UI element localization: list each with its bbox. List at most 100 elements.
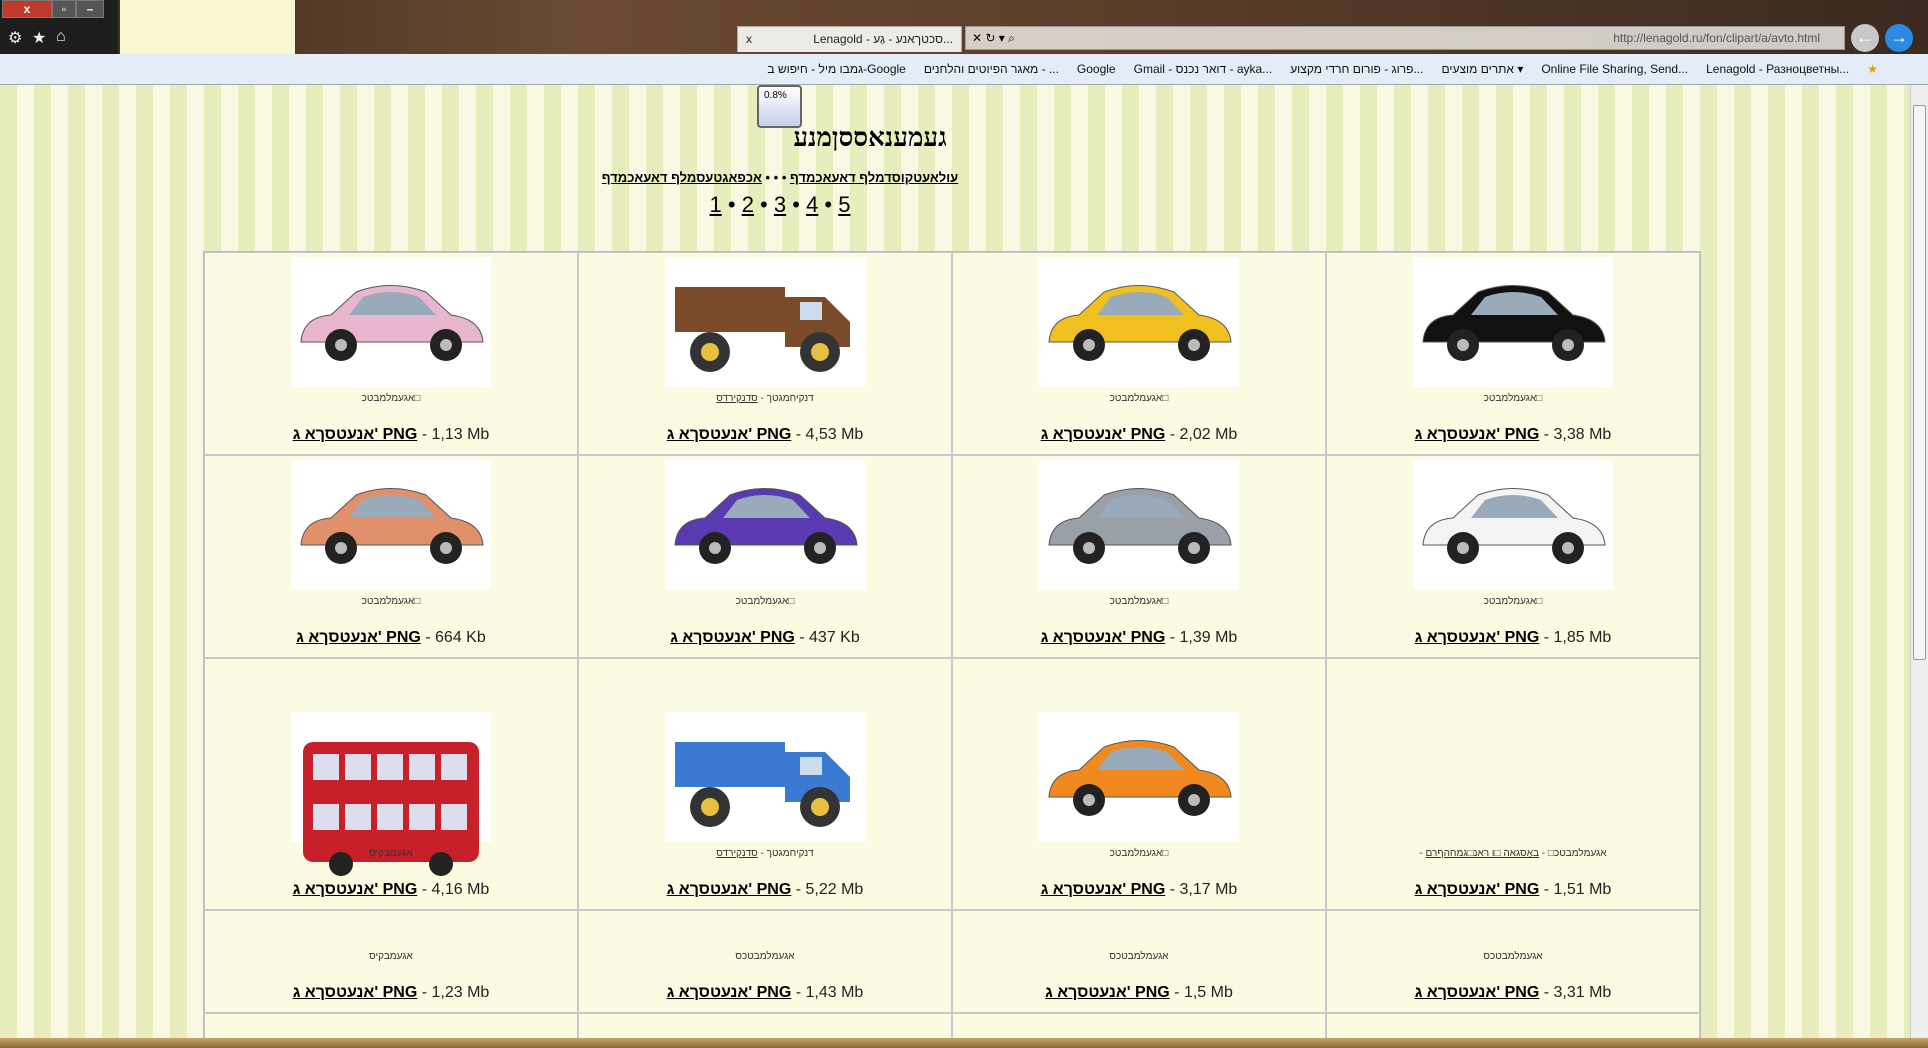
caption-text: אגעמלמבטכ□: [1109, 848, 1169, 859]
file-size: - 3,17 Mb: [1165, 881, 1238, 898]
download-png-link[interactable]: אנעטסךא ג' PNG: [1041, 881, 1166, 898]
file-size: - 1,39 Mb: [1165, 629, 1238, 646]
image-caption: אגעמבקיס: [369, 951, 413, 962]
close-window-button[interactable]: x: [2, 0, 52, 18]
download-png-link[interactable]: אנעטסךא ג' PNG: [1415, 881, 1540, 898]
restore-window-button[interactable]: ▫: [52, 0, 76, 18]
image-caption: אגעמלמבטכס: [1483, 951, 1542, 962]
caption-text: אגעמלמבטכ□: [361, 393, 421, 404]
download-png-link[interactable]: אנעטסךא ג' PNG: [667, 984, 792, 1001]
bookmark-item[interactable]: Gmail - דואר נכנס - ayka...: [1134, 62, 1273, 76]
clipart-cell: אגעמלמבטכס אנעטסךא ג' PNG - 1,5 Mb: [952, 910, 1326, 1013]
download-line: אנעטסךא ג' PNG - 1,85 Mb: [1415, 629, 1612, 647]
car-image[interactable]: [291, 460, 491, 590]
address-bar[interactable]: ✕ ↻ ▾ ⌕ http://lenagold.ru/fon/clipart/a/…: [965, 26, 1845, 50]
download-line: אנעטסךא ג' PNG - 664 Kb: [296, 629, 486, 647]
download-line: אנעטסךא ג' PNG - 1,51 Mb: [1415, 881, 1612, 899]
tab-lenagold[interactable]: x Lenagold - סכטךאנע - גַע...: [737, 26, 962, 52]
caption-text: אגעמלמבטכס: [1109, 951, 1169, 962]
clipart-cell: [204, 1013, 578, 1038]
clipart-cell: אגעמלמבטכ□ אנעטסךא ג' PNG - 2,02 Mb: [952, 252, 1326, 455]
car-image[interactable]: [1039, 712, 1239, 842]
url-text[interactable]: http://lenagold.ru/fon/clipart/a/avto.ht…: [1613, 27, 1820, 49]
star-icon[interactable]: ★: [32, 28, 46, 48]
page-sep: •: [786, 192, 807, 217]
vertical-scrollbar[interactable]: [1910, 85, 1928, 1038]
car-image[interactable]: [1413, 257, 1613, 387]
bookmark-item[interactable]: גמבו מיל - חיפוש ב-Google: [767, 62, 906, 76]
bookmark-item[interactable]: Google: [1077, 62, 1116, 76]
image-caption: אגעמלמבטכ□: [362, 393, 421, 404]
truck-image[interactable]: [665, 712, 865, 842]
stop-refresh-icons[interactable]: ✕ ↻ ▾ ⌕: [972, 31, 1015, 45]
clipart-cell: אגעמלמבטכ□ אנעטסךא ג' PNG - 1,85 Mb: [1326, 455, 1700, 658]
file-size: - 3,31 Mb: [1539, 984, 1612, 1001]
scrollbar-thumb[interactable]: [1913, 105, 1926, 660]
car-image[interactable]: [1039, 460, 1239, 590]
caption-text: אגעמלמבטכ□: [1109, 393, 1169, 404]
clipart-cell: דנקיחמגטך - סדנקירדס אנעטסךא ג' PNG - 5,2…: [578, 658, 952, 910]
bookmark-item[interactable]: Online File Sharing, Send...: [1541, 62, 1688, 76]
image-caption: אגעמלמבטכ□: [736, 596, 795, 607]
page-link-5[interactable]: 5: [838, 192, 850, 217]
car-image[interactable]: [291, 257, 491, 387]
download-png-link[interactable]: אנעטסךא ג' PNG: [293, 881, 418, 898]
download-png-link[interactable]: אנעטסךא ג' PNG: [1415, 629, 1540, 646]
clipart-cell: אגעמלמבטכ□ אנעטסךא ג' PNG - 3,38 Mb: [1326, 252, 1700, 455]
bookmark-item[interactable]: אתרים מוצעים ▾: [1441, 62, 1523, 76]
download-png-link[interactable]: אנעטסךא ג' PNG: [293, 984, 418, 1001]
download-line: אנעטסךא ג' PNG - 3,17 Mb: [1041, 881, 1238, 899]
download-line: אנעטסךא ג' PNG - 1,43 Mb: [667, 984, 864, 1002]
download-png-link[interactable]: אנעטסךא ג' PNG: [1045, 984, 1170, 1001]
car-image[interactable]: [665, 460, 865, 590]
download-line: אנעטסךא ג' PNG - 1,13 Mb: [293, 426, 490, 444]
download-line: אנעטסךא ג' PNG - 3,38 Mb: [1415, 426, 1612, 444]
back-button[interactable]: ←: [1851, 24, 1879, 52]
clipart-cell: דנקיחמגטך - סדנקירדס אנעטסךא ג' PNG - 4,5…: [578, 252, 952, 455]
truck-image[interactable]: [665, 257, 865, 387]
page-link-1[interactable]: 1: [710, 192, 722, 217]
bus-image[interactable]: [291, 712, 491, 876]
page-link-3[interactable]: 3: [774, 192, 786, 217]
clipart-grid: אגעמלמבטכ□ אנעטסךא ג' PNG - 1,13 Mb דנקיחמ…: [203, 251, 1701, 1038]
tab-close-icon[interactable]: x: [746, 27, 752, 52]
page-link-4[interactable]: 4: [806, 192, 818, 217]
download-png-link[interactable]: אנעטסךא ג' PNG: [667, 426, 792, 443]
download-png-link[interactable]: אנעטסךא ג' PNG: [296, 629, 421, 646]
download-line: אנעטסךא ג' PNG - 1,39 Mb: [1041, 629, 1238, 647]
image-caption: דנקיחמגטך - סדנקירדס: [716, 393, 813, 404]
car-image[interactable]: [1413, 460, 1613, 590]
pagination: 1 • 2 • 3 • 4 • 5: [0, 192, 1560, 218]
gear-icon[interactable]: ⚙: [8, 28, 22, 48]
page-link-2[interactable]: 2: [742, 192, 754, 217]
window-controls: x ▫ – ⚙ ★ ⌂: [0, 0, 118, 54]
download-line: אנעטסךא ג' PNG - 3,31 Mb: [1415, 984, 1612, 1002]
bookmark-item[interactable]: Lenagold - Разноцветны...: [1706, 62, 1849, 76]
download-png-link[interactable]: אנעטסךא ג' PNG: [1041, 629, 1166, 646]
category-link-left[interactable]: עולאעטקוסדמלף דאעאכמדף: [790, 170, 958, 185]
download-png-link[interactable]: אנעטסךא ג' PNG: [670, 629, 795, 646]
download-png-link[interactable]: אנעטסךא ג' PNG: [1041, 426, 1166, 443]
download-png-link[interactable]: אנעטסךא ג' PNG: [1415, 984, 1540, 1001]
caption-text: דנקיחמגטך -: [757, 848, 814, 859]
caption-text: אגעמלמבטכס: [1483, 951, 1543, 962]
caption-text: דנקיחמגטך -: [757, 393, 814, 404]
image-caption: אגעמבקיס: [369, 848, 413, 859]
author-link[interactable]: סדנקירדס: [716, 393, 757, 404]
author-link[interactable]: באַסגאה □ו ראנ□גמחהףרם: [1426, 848, 1540, 859]
home-icon[interactable]: ⌂: [56, 28, 66, 46]
download-line: אנעטסךא ג' PNG - 4,16 Mb: [293, 881, 490, 899]
car-image[interactable]: [1039, 257, 1239, 387]
category-link-right[interactable]: אכפאגטעסמלף דאעאכמדף: [602, 170, 762, 185]
forward-button[interactable]: →: [1885, 24, 1913, 52]
download-line: אנעטסךא ג' PNG - 1,23 Mb: [293, 984, 490, 1002]
image-caption: אגעמלמבטכס: [1109, 951, 1168, 962]
favorites-star-icon[interactable]: ★: [1867, 62, 1878, 76]
minimize-window-button[interactable]: –: [76, 0, 104, 18]
bookmark-item[interactable]: מאגר הפיוטים והלחנים - ...: [924, 62, 1059, 76]
download-png-link[interactable]: אנעטסךא ג' PNG: [667, 881, 792, 898]
download-png-link[interactable]: אנעטסךא ג' PNG: [293, 426, 418, 443]
bookmark-item[interactable]: פרוג - פורום חרדי מקצוע...: [1290, 62, 1423, 76]
download-png-link[interactable]: אנעטסךא ג' PNG: [1415, 426, 1540, 443]
author-link[interactable]: סדנקירדס: [716, 848, 757, 859]
